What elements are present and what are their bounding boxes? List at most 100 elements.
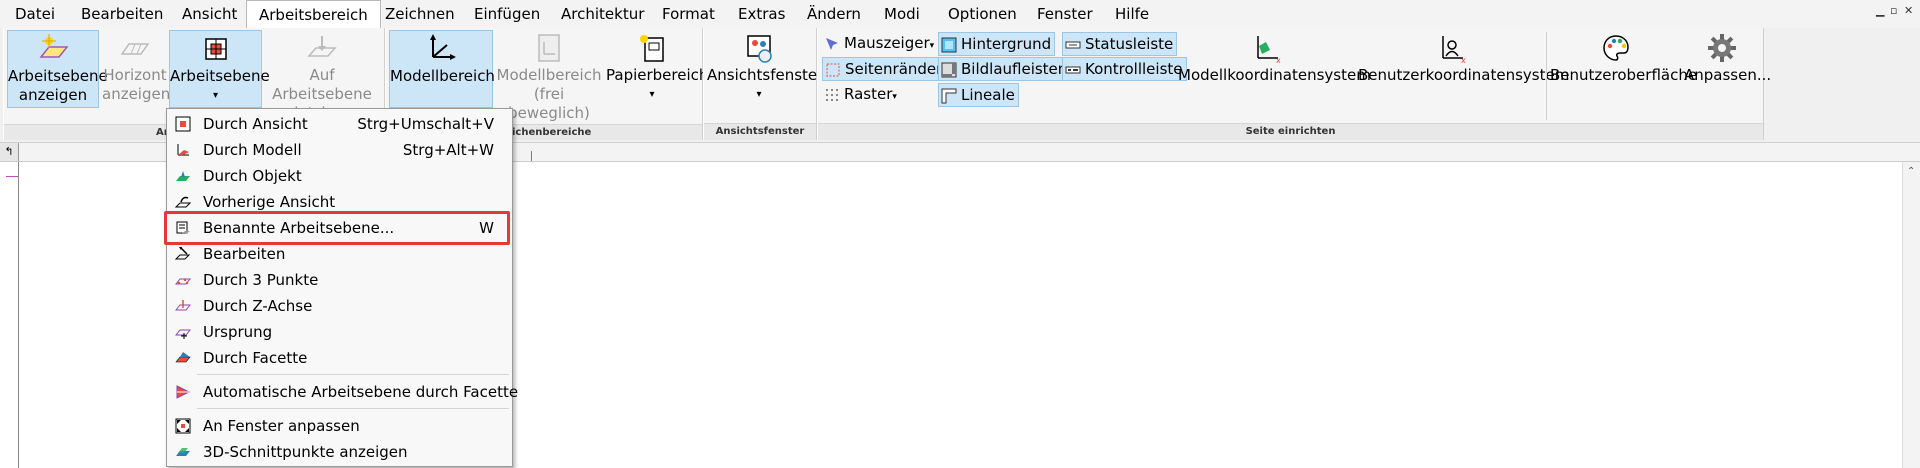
horizont-anzeigen-line2: anzeigen xyxy=(102,85,171,103)
modellbereich-frei-line1: Modellbereich xyxy=(496,66,602,84)
fit-window-icon xyxy=(175,418,191,434)
vertical-ruler xyxy=(0,162,18,468)
lineale-button[interactable]: Lineale xyxy=(938,83,1019,107)
arbeitsebene-anzeigen-line2: anzeigen xyxy=(18,86,88,104)
modellkoordinatensystem-button[interactable]: x Modellkoordinatensystem xyxy=(1178,30,1371,106)
menu-item-label: Durch 3 Punkte xyxy=(203,271,319,289)
menu-item-label: Automatische Arbeitsebene durch Facette xyxy=(203,383,519,401)
arbeitsebene-dropdown-button[interactable]: Arbeitsebene ▾ xyxy=(169,30,270,108)
anpassen-button[interactable]: Anpassen... xyxy=(1684,30,1772,106)
viewports-icon xyxy=(747,35,772,63)
auf-arbeitsebene-line1: Auf Arbeitsebene xyxy=(272,66,372,103)
modellbereich-label: Modellbereich xyxy=(390,67,495,85)
tab-format[interactable]: Format xyxy=(660,0,717,28)
tab-hilfe[interactable]: Hilfe xyxy=(1113,0,1151,28)
menu-item-durch-z-achse[interactable]: Durch Z-Achse xyxy=(167,293,512,319)
group-ansichtsfenster: Ansichtsfenster Ansichtsfenster ▾ xyxy=(703,28,824,140)
tab-aendern[interactable]: Ändern xyxy=(805,0,863,28)
tab-fenster[interactable]: Fenster xyxy=(1035,0,1095,28)
benutzerkoordinatensystem-button[interactable]: x Benutzerkoordinatensystem xyxy=(1358,30,1570,106)
tab-datei[interactable]: Datei xyxy=(13,0,57,28)
chevron-down-icon: ▾ xyxy=(212,90,219,101)
workplane-show-icon xyxy=(39,34,69,58)
papierbereich-button[interactable]: Papierbereich ▾ xyxy=(606,30,709,106)
tab-optionen[interactable]: Optionen xyxy=(946,0,1019,28)
menu-item-durch-ansicht[interactable]: Durch Ansicht Strg+Umschalt+V xyxy=(167,111,512,137)
seitenraender-button[interactable]: Seitenränder xyxy=(822,57,947,81)
menu-item-shortcut: Strg+Umschalt+V xyxy=(357,115,494,133)
chevron-down-icon: ▾ xyxy=(929,41,935,51)
tab-zeichnen[interactable]: Zeichnen xyxy=(383,0,457,28)
chevron-down-icon: ▾ xyxy=(649,89,655,100)
ansichtsfenster-line1: Ansichtsfenster xyxy=(707,66,824,84)
object-plane-icon xyxy=(176,171,190,181)
raster-button[interactable]: Raster▾ xyxy=(822,83,900,105)
menu-item-label: Durch Modell xyxy=(203,141,302,159)
menu-item-label: An Fenster anpassen xyxy=(203,417,360,435)
horizont-anzeigen-button[interactable]: Horizont anzeigen xyxy=(102,30,171,106)
tab-architektur[interactable]: Architektur xyxy=(559,0,646,28)
menu-item-durch-modell[interactable]: Durch Modell Strg+Alt+W xyxy=(167,137,512,163)
menu-separator xyxy=(197,374,509,375)
status-bar-icon xyxy=(1065,41,1081,48)
restore-icon[interactable]: ▫ xyxy=(1890,4,1897,17)
ruler-corner-icon[interactable]: ↰ xyxy=(0,143,19,161)
benutzeroberflaeche-label: Benutzeroberfläche xyxy=(1550,66,1698,84)
menu-item-label: Durch Ansicht xyxy=(203,115,308,133)
menu-item-durch-3-punkte[interactable]: Durch 3 Punkte xyxy=(167,267,512,293)
previous-view-icon xyxy=(175,196,191,208)
vertical-scrollbar[interactable]: ⌃ xyxy=(1902,162,1920,468)
tab-bearbeiten[interactable]: Bearbeiten xyxy=(79,0,165,28)
model-coordinate-system-icon: x xyxy=(1257,36,1281,64)
hintergrund-button[interactable]: Hintergrund xyxy=(938,32,1056,56)
ansichtsfenster-button[interactable]: Ansichtsfenster ▾ xyxy=(707,30,824,106)
cursor-icon xyxy=(826,37,838,50)
modellbereich-frei-button[interactable]: Modellbereich (frei beweglich) xyxy=(494,30,604,122)
chevron-down-icon: ▾ xyxy=(892,92,897,102)
ruler-marker xyxy=(6,176,18,177)
papierbereich-line1: Papierbereich xyxy=(606,66,709,84)
menu-item-3d-schnittpunkte[interactable]: 3D-Schnittpunkte anzeigen xyxy=(167,439,512,465)
mauszeiger-button[interactable]: Mauszeiger▾ xyxy=(822,32,937,54)
raster-label: Raster xyxy=(844,85,893,103)
auto-facet-icon xyxy=(176,385,191,399)
chevron-down-icon: ▾ xyxy=(756,89,762,100)
svg-text:x: x xyxy=(1461,56,1466,64)
arbeitsebene-anzeigen-button[interactable]: Arbeitsebene anzeigen xyxy=(7,30,108,108)
menu-item-durch-facette[interactable]: Durch Facette xyxy=(167,345,512,371)
statusleiste-button[interactable]: Statusleiste xyxy=(1062,32,1178,56)
kontrollleiste-button[interactable]: Kontrollleiste xyxy=(1062,57,1187,81)
tab-modi[interactable]: Modi xyxy=(882,0,922,28)
statusleiste-label: Statusleiste xyxy=(1085,35,1174,53)
menu-item-automatische-arbeitsebene[interactable]: Automatische Arbeitsebene durch Facette xyxy=(167,379,518,405)
menu-item-label: Ursprung xyxy=(203,323,273,341)
bildlaufleisten-button[interactable]: Bildlaufleisten xyxy=(938,57,1072,81)
three-points-icon xyxy=(175,278,191,285)
tab-ansicht[interactable]: Ansicht xyxy=(180,0,239,28)
scroll-up-icon[interactable]: ⌃ xyxy=(1907,166,1915,177)
tab-extras[interactable]: Extras xyxy=(736,0,787,28)
tab-einfuegen[interactable]: Einfügen xyxy=(472,0,542,28)
anpassen-label: Anpassen... xyxy=(1684,66,1772,84)
modellbereich-button[interactable]: Modellbereich xyxy=(389,30,495,108)
close-icon[interactable]: ✕ xyxy=(1904,4,1913,17)
menu-item-an-fenster-anpassen[interactable]: An Fenster anpassen xyxy=(167,413,512,439)
grid-dots-icon xyxy=(826,88,838,101)
auf-arbeitsebene-platzieren-button[interactable]: Auf Arbeitsebene platzieren xyxy=(262,30,382,122)
facet-icon xyxy=(175,352,191,363)
control-bar-icon xyxy=(1065,66,1081,73)
ruler-marker xyxy=(531,151,532,161)
model-plane-icon xyxy=(177,144,189,156)
palette-icon xyxy=(1603,35,1629,61)
horizon-icon xyxy=(120,43,150,55)
benutzerkoordinatensystem-label: Benutzerkoordinatensystem xyxy=(1358,66,1570,84)
minimize-icon[interactable]: ▁ xyxy=(1876,4,1884,17)
tab-arbeitsbereich[interactable]: Arbeitsbereich xyxy=(246,0,381,30)
background-icon xyxy=(941,37,957,52)
menu-item-durch-objekt[interactable]: Durch Objekt xyxy=(167,163,512,189)
menu-item-ursprung[interactable]: Ursprung xyxy=(167,319,512,345)
lineale-label: Lineale xyxy=(961,86,1015,104)
view-grid-icon xyxy=(175,116,191,132)
benutzeroberflaeche-button[interactable]: Benutzeroberfläche xyxy=(1550,30,1698,106)
highlight-annotation xyxy=(164,211,510,245)
